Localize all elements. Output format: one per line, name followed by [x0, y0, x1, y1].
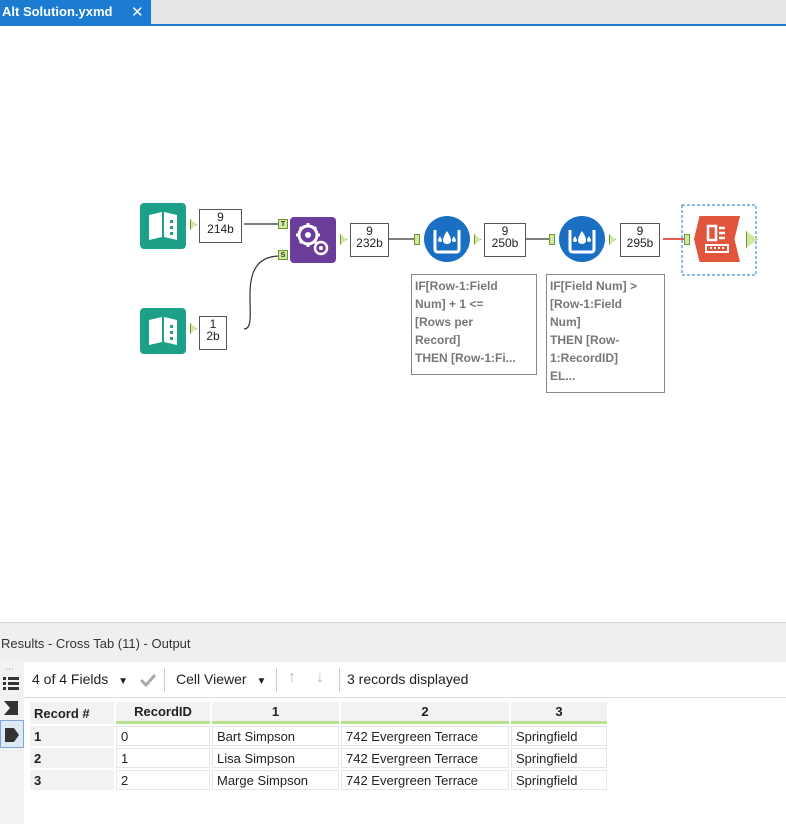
water-drop-icon	[568, 230, 596, 254]
cell-3[interactable]: Springfield	[511, 726, 607, 746]
formula2-record-count: 9 295b	[620, 223, 660, 257]
formula1-input-anchor[interactable]	[414, 234, 420, 245]
table-row[interactable]: 3 2 Marge Simpson 742 Evergreen Terrace …	[30, 770, 607, 790]
cell-1[interactable]: Lisa Simpson	[212, 748, 339, 768]
formula-tool-1[interactable]	[424, 216, 470, 262]
input-tool-1[interactable]	[140, 203, 186, 249]
results-left-rail: ⋯	[0, 662, 24, 824]
cell-recordid[interactable]: 1	[116, 748, 210, 768]
tab-title: Alt Solution.yxmd	[2, 4, 113, 19]
down-arrow-icon[interactable]: ↓	[316, 669, 324, 687]
chevron-down-icon: ▼	[118, 676, 129, 687]
formula2-input-anchor[interactable]	[549, 234, 555, 245]
cell-2[interactable]: 742 Evergreen Terrace	[341, 748, 509, 768]
list-icon[interactable]	[2, 676, 20, 692]
connection-input2-join	[243, 255, 281, 330]
close-icon[interactable]: ✕	[131, 3, 144, 21]
results-toolbar: 4 of 4 Fields ▼ Cell Viewer ▼ ↑ ↓ 3 reco…	[24, 662, 786, 698]
cell-2[interactable]: 742 Evergreen Terrace	[341, 770, 509, 790]
output-anchor-icon[interactable]	[2, 700, 20, 716]
cell-recordid[interactable]: 2	[116, 770, 210, 790]
gears-icon	[296, 223, 329, 256]
column-header-record[interactable]: Record #	[30, 702, 114, 724]
check-icon[interactable]	[139, 672, 157, 688]
size: 2b	[206, 329, 220, 343]
input-tool-2[interactable]	[140, 308, 186, 354]
crosstab-tool[interactable]	[694, 216, 740, 262]
formula1-record-count: 9 250b	[484, 223, 526, 257]
workflow-canvas[interactable]: 9 214b 1 2b T S 9 232b 9 250b IF[Row-1:F…	[0, 28, 786, 620]
book-icon	[149, 212, 177, 240]
cell-viewer-dropdown[interactable]: Cell Viewer ▼	[176, 671, 266, 687]
fields-dropdown[interactable]: 4 of 4 Fields ▼	[32, 671, 128, 687]
fields-label: 4 of 4 Fields	[32, 671, 109, 687]
cell-3[interactable]: Springfield	[511, 748, 607, 768]
column-header-2[interactable]: 2	[341, 702, 509, 724]
join-input-s[interactable]: S	[278, 250, 288, 260]
size: 250b	[491, 236, 519, 250]
column-header-recordid[interactable]: RecordID	[116, 702, 210, 724]
size: 232b	[356, 236, 383, 250]
header-row: Record # RecordID 1 2 3	[30, 702, 607, 724]
crosstab-input-anchor[interactable]	[684, 234, 690, 245]
record-number: 3	[30, 770, 114, 790]
records-displayed: 3 records displayed	[347, 671, 469, 687]
toolbar-separator	[276, 668, 277, 692]
cell-1[interactable]: Marge Simpson	[212, 770, 339, 790]
join-tool[interactable]	[290, 217, 336, 263]
size: 295b	[626, 236, 654, 250]
column-header-3[interactable]: 3	[511, 702, 607, 724]
table-row[interactable]: 2 1 Lisa Simpson 742 Evergreen Terrace S…	[30, 748, 607, 768]
input-anchor-icon	[5, 728, 19, 742]
size: 214b	[207, 222, 234, 236]
input1-record-count: 9 214b	[199, 209, 242, 243]
formula-tool-2[interactable]	[559, 216, 605, 262]
formula1-annotation: IF[Row-1:Field Num] + 1 <= [Rows per Rec…	[411, 274, 537, 375]
toolbar-separator	[339, 668, 340, 692]
table-row[interactable]: 1 0 Bart Simpson 742 Evergreen Terrace S…	[30, 726, 607, 746]
water-drop-icon	[433, 230, 461, 254]
formula2-annotation: IF[Field Num] > [Row-1:Field Num] THEN […	[546, 274, 665, 393]
connections	[243, 204, 757, 330]
input-anchor-tab[interactable]	[0, 720, 24, 748]
crosstab-icon	[705, 224, 729, 253]
tab-alt-solution[interactable]: Alt Solution.yxmd ✕	[0, 0, 151, 26]
chevron-down-icon: ▼	[256, 676, 267, 687]
record-number: 1	[30, 726, 114, 746]
join-record-count: 9 232b	[350, 223, 389, 257]
dots-handle[interactable]: ⋯	[5, 664, 14, 675]
tab-bar: Alt Solution.yxmd ✕	[0, 0, 786, 26]
join-input-t[interactable]: T	[278, 219, 288, 229]
cell-recordid[interactable]: 0	[116, 726, 210, 746]
input2-record-count: 1 2b	[199, 316, 227, 350]
cell-2[interactable]: 742 Evergreen Terrace	[341, 726, 509, 746]
cell-3[interactable]: Springfield	[511, 770, 607, 790]
results-grid: Record # RecordID 1 2 3 1 0 Bart Simpson…	[28, 700, 609, 792]
column-header-1[interactable]: 1	[212, 702, 339, 724]
toolbar-separator	[164, 668, 165, 692]
record-number: 2	[30, 748, 114, 768]
book-icon	[149, 317, 177, 345]
cell-1[interactable]: Bart Simpson	[212, 726, 339, 746]
results-header: Results - Cross Tab (11) - Output	[0, 622, 786, 662]
cell-viewer-label: Cell Viewer	[176, 671, 247, 687]
up-arrow-icon[interactable]: ↑	[288, 669, 296, 687]
